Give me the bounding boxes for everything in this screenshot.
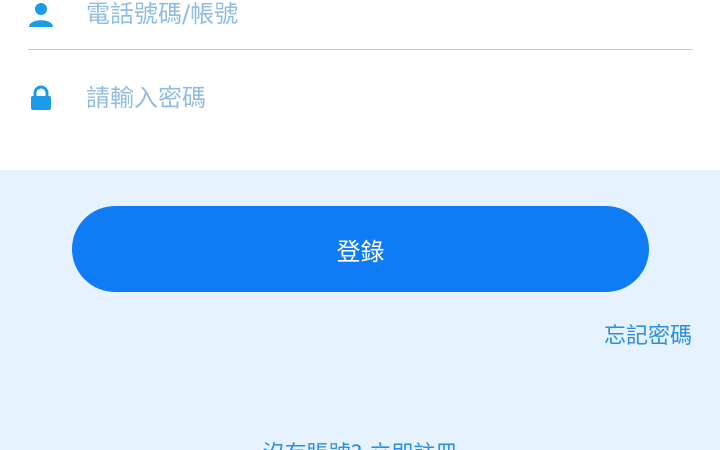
login-button[interactable]: 登錄 — [72, 206, 649, 292]
password-field — [28, 62, 693, 134]
phone-account-input[interactable] — [86, 0, 646, 28]
phone-account-field — [28, 0, 693, 50]
lock-icon — [28, 85, 54, 111]
password-input[interactable] — [86, 84, 646, 112]
forgot-password-link[interactable]: 忘記密碼 — [604, 318, 692, 350]
user-icon — [28, 1, 54, 27]
register-link[interactable]: 沒有賬號? 立即註冊 — [0, 436, 720, 450]
login-form-card — [0, 0, 720, 170]
